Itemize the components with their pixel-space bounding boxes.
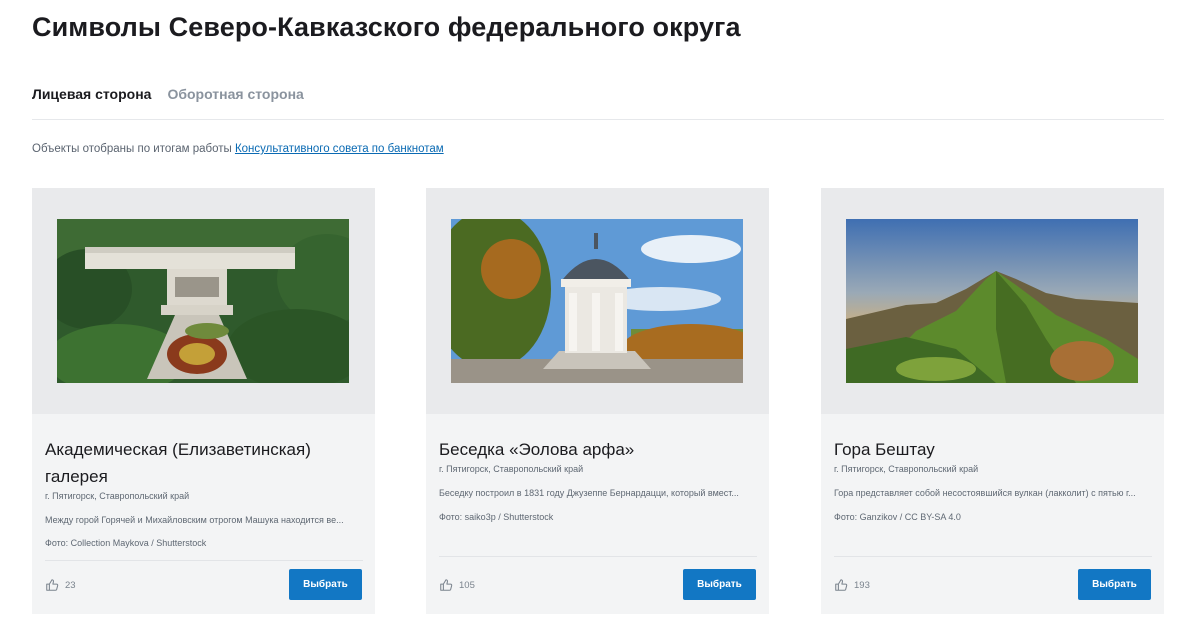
- tab-front-side[interactable]: Лицевая сторона: [32, 86, 151, 102]
- card-description: Беседку построил в 1831 году Джузеппе Бе…: [439, 488, 739, 498]
- card-academic-gallery: Академическая (Елизаветинская) галерея г…: [32, 188, 375, 614]
- card-location: г. Пятигорск, Ставропольский край: [834, 464, 979, 474]
- card-media: [426, 188, 769, 414]
- card-photo-credit: Фото: Ganzikov / CC BY-SA 4.0: [834, 512, 961, 522]
- card-media: [32, 188, 375, 414]
- card-title: Беседка «Эолова арфа»: [439, 440, 635, 459]
- page-title: Символы Северо-Кавказского федерального …: [32, 12, 741, 42]
- thumbs-up-icon: [46, 579, 59, 591]
- card-location: г. Пятигорск, Ставропольский край: [45, 491, 190, 501]
- select-button[interactable]: Выбрать: [289, 569, 362, 600]
- side-tabs: Лицевая сторона Оборотная сторона: [32, 86, 304, 102]
- card-aeolian-harp-gazebo: Беседка «Эолова арфа» г. Пятигорск, Став…: [426, 188, 769, 614]
- card-divider: [439, 556, 757, 557]
- select-button[interactable]: Выбрать: [683, 569, 756, 600]
- like-count: 105: [459, 579, 475, 591]
- like-counter[interactable]: 193: [834, 578, 870, 592]
- like-count: 193: [854, 579, 870, 591]
- advisory-council-link[interactable]: Консультативного совета по банкнотам: [235, 143, 444, 155]
- card-title: Гора Бештау: [834, 440, 935, 459]
- like-counter[interactable]: 23: [45, 578, 76, 592]
- card-description: Между горой Горячей и Михайловским отрог…: [45, 515, 344, 525]
- selection-note: Объекты отобраны по итогам работы Консул…: [32, 143, 444, 155]
- card-description: Гора представляет собой несостоявшийся в…: [834, 488, 1136, 498]
- thumbs-up-icon: [835, 579, 848, 591]
- mountain-photo[interactable]: [846, 219, 1138, 383]
- card-photo-credit: Фото: saiko3p / Shutterstock: [439, 512, 554, 522]
- thumbs-up-icon: [440, 579, 453, 591]
- tabs-divider: [32, 119, 1164, 120]
- note-text: Объекты отобраны по итогам работы: [32, 143, 235, 155]
- gallery-photo[interactable]: [57, 219, 349, 383]
- gazebo-photo[interactable]: [451, 219, 743, 383]
- like-count: 23: [65, 579, 76, 591]
- like-counter[interactable]: 105: [439, 578, 475, 592]
- tab-back-side[interactable]: Оборотная сторона: [167, 86, 303, 102]
- card-beshtau-mountain: Гора Бештау г. Пятигорск, Ставропольский…: [821, 188, 1164, 614]
- select-button[interactable]: Выбрать: [1078, 569, 1151, 600]
- card-media: [821, 188, 1164, 414]
- card-divider: [45, 560, 363, 561]
- card-location: г. Пятигорск, Ставропольский край: [439, 464, 584, 474]
- card-photo-credit: Фото: Collection Maykova / Shutterstock: [45, 538, 207, 548]
- card-title: Академическая (Елизаветинская) галерея: [45, 440, 311, 486]
- card-divider: [834, 556, 1152, 557]
